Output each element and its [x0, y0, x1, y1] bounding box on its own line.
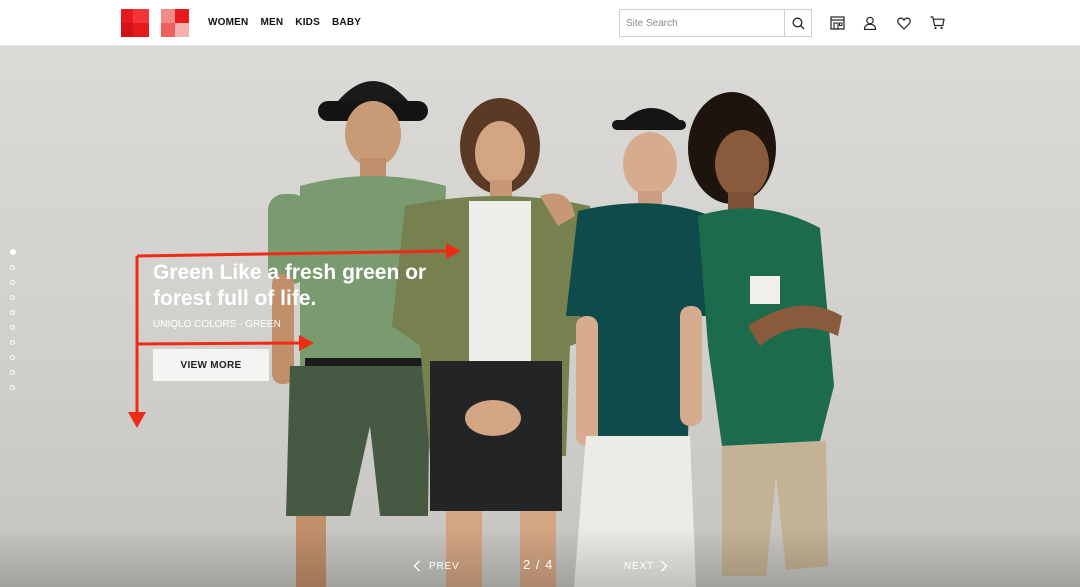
chevron-right-icon — [660, 560, 668, 572]
search-icon — [792, 17, 804, 29]
nav-women[interactable]: WOMEN — [208, 17, 248, 28]
account-icon — [863, 16, 877, 30]
model-4 — [688, 92, 842, 576]
model-3 — [566, 107, 712, 587]
slide-dot[interactable] — [10, 310, 15, 315]
prev-label: PREV — [429, 560, 460, 572]
slide-dot[interactable] — [10, 340, 15, 345]
carousel-pager: PREV 2 / 4 NEXT — [0, 556, 1080, 580]
hero-carousel: Green Like a fresh green or forest full … — [0, 46, 1080, 587]
slide-dot-active[interactable] — [9, 249, 16, 255]
view-more-button[interactable]: VIEW MORE — [153, 349, 269, 381]
hero-subline: UNIQLO COLORS - GREEN — [153, 319, 281, 330]
hero-headline: Green Like a fresh green or forest full … — [153, 261, 427, 310]
next-button[interactable]: NEXT — [624, 560, 668, 572]
site-search — [619, 9, 812, 37]
site-header: WOMEN MEN KIDS BABY — [0, 0, 1080, 46]
hero-photo — [268, 81, 842, 587]
cart-button[interactable] — [928, 14, 946, 32]
main-nav: WOMEN MEN KIDS BABY — [208, 17, 361, 28]
uniqlo-logo[interactable] — [121, 9, 149, 37]
slide-dot[interactable] — [10, 295, 15, 300]
heart-icon — [897, 17, 911, 30]
slide-dot[interactable] — [10, 370, 15, 375]
account-button[interactable] — [861, 14, 879, 32]
chevron-left-icon — [413, 560, 420, 572]
search-button[interactable] — [784, 10, 811, 36]
slide-dot[interactable] — [10, 385, 15, 390]
prev-button[interactable]: PREV — [413, 560, 459, 572]
cart-icon — [930, 16, 945, 30]
nav-kids[interactable]: KIDS — [295, 17, 320, 28]
store-icon — [829, 16, 845, 30]
nav-baby[interactable]: BABY — [332, 17, 361, 28]
slide-dot[interactable] — [10, 265, 15, 270]
uu-logo[interactable] — [161, 9, 189, 37]
search-input[interactable] — [620, 10, 784, 36]
slide-dots — [9, 249, 16, 390]
slide-dot[interactable] — [10, 280, 15, 285]
slide-dot[interactable] — [10, 355, 15, 360]
wishlist-button[interactable] — [895, 14, 913, 32]
store-locator-button[interactable] — [828, 14, 846, 32]
nav-men[interactable]: MEN — [260, 17, 283, 28]
slide-dot[interactable] — [10, 325, 15, 330]
next-label: NEXT — [624, 560, 654, 572]
slide-counter: 2 / 4 — [523, 557, 554, 572]
